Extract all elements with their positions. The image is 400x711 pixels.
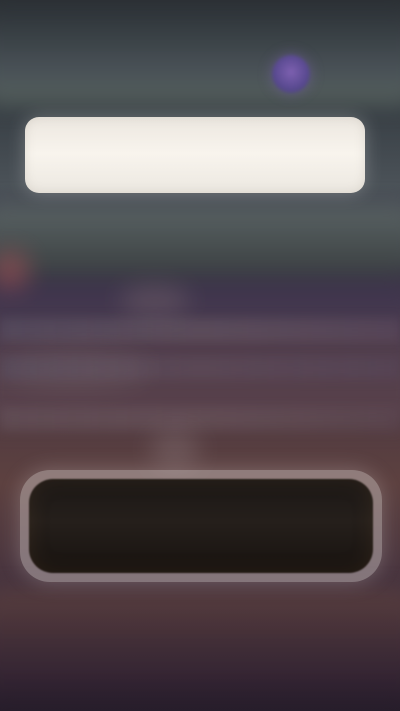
blurred-row bbox=[0, 318, 400, 342]
blurred-row bbox=[0, 356, 400, 380]
bottom-fade bbox=[0, 591, 400, 711]
blurred-row bbox=[0, 407, 400, 431]
profile-avatar[interactable] bbox=[272, 55, 310, 93]
soft-light-spot bbox=[120, 285, 190, 315]
top-background-band bbox=[0, 0, 400, 105]
primary-action-container bbox=[20, 470, 382, 582]
top-banner-card[interactable] bbox=[25, 117, 365, 193]
primary-action-button[interactable] bbox=[29, 479, 373, 573]
center-glow-spot bbox=[150, 430, 200, 470]
middle-background-band bbox=[0, 205, 400, 275]
